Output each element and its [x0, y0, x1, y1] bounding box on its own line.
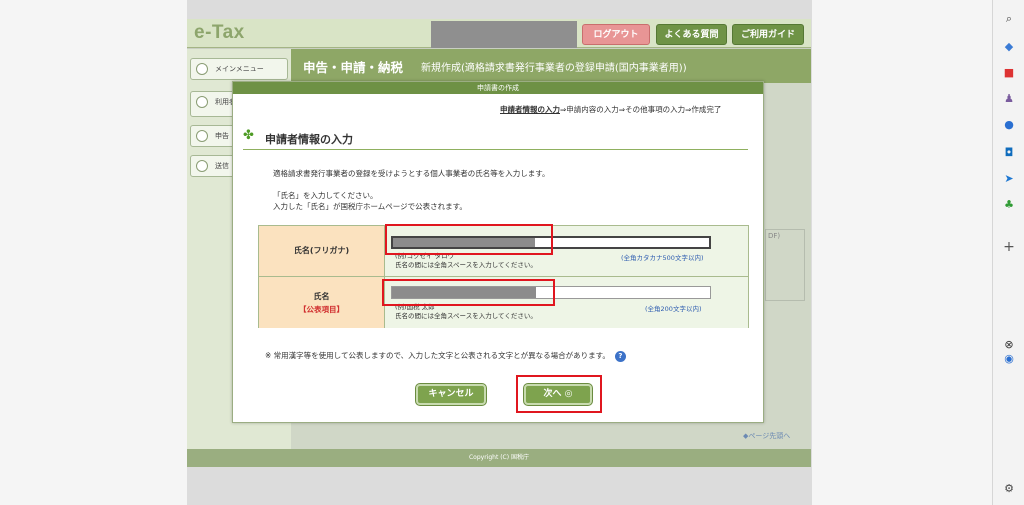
document-icon: [196, 130, 208, 142]
field-hint: 氏名の間には全角スペースを入力してください。: [395, 261, 537, 269]
background-pdf-box: DF): [765, 229, 805, 301]
logout-button[interactable]: ログアウト: [582, 24, 650, 45]
masked-user-info: [431, 21, 577, 48]
copyright: Copyright (C) 国税庁: [187, 449, 811, 467]
intro-text: 適格請求書発行事業者の登録を受けようとする個人事業者の氏名等を入力します。: [273, 169, 550, 178]
page-subtitle: 新規作成(適格請求書発行事業者の登録申請(国内事業者用)): [421, 63, 687, 74]
etax-logo: e-Tax: [194, 22, 245, 43]
home-icon: [196, 63, 208, 75]
field-label: 氏名(フリガナ): [259, 226, 385, 276]
close-icon[interactable]: ⊗: [1002, 338, 1016, 352]
gear-icon[interactable]: ⚙: [1002, 482, 1016, 496]
field-hint: 氏名の間には全角スペースを入力してください。: [395, 312, 537, 320]
section-title: 申請者情報の入力: [265, 133, 353, 146]
add-icon[interactable]: +: [1002, 240, 1016, 254]
tag-icon[interactable]: ◆: [1002, 40, 1016, 54]
search-icon[interactable]: ⌕: [1002, 12, 1016, 26]
page-left-margin: [0, 0, 187, 505]
field-label: 氏名 【公表項目】: [259, 277, 385, 328]
send-icon[interactable]: ➤: [1002, 172, 1016, 186]
send-icon: [196, 160, 208, 172]
highlight-name: [382, 279, 555, 306]
toolbox-icon[interactable]: ■: [1002, 66, 1016, 80]
extension-icon[interactable]: ◉: [1002, 352, 1016, 366]
cancel-button[interactable]: キャンセル: [416, 384, 486, 405]
page-title: 申告・申請・納税: [303, 60, 404, 75]
help-icon[interactable]: ?: [614, 350, 626, 362]
guide-button[interactable]: ご利用ガイド: [732, 24, 804, 45]
clover-icon: ✤: [243, 128, 254, 143]
char-limit: (全角200文字以内): [645, 305, 702, 313]
copilot-icon[interactable]: ●: [1002, 118, 1016, 132]
current-step: 申請者情報の入力: [500, 105, 560, 114]
app-header: e-Tax ログアウト よくある質問 ご利用ガイド: [187, 19, 811, 48]
kanji-note: ※ 常用漢字等を使用して公表しますので、入力した文字と公表される文字とが異なる場…: [265, 350, 626, 362]
nav-item-main-menu[interactable]: メインメニュー: [190, 58, 288, 80]
highlight-next: [516, 375, 602, 413]
user-icon: [196, 96, 208, 108]
highlight-furigana: [385, 224, 553, 255]
dialog-header: 申請書の作成: [233, 82, 763, 94]
public-item-tag: 【公表項目】: [299, 305, 344, 314]
page-right-margin: [812, 0, 992, 505]
pdf-label: DF): [768, 232, 781, 240]
remaining-steps: ⇒申請内容の入力⇒その他事項の入力⇒作成完了: [560, 105, 722, 114]
instructions: 「氏名」を入力してください。 入力した「氏名」が国税庁ホームページで公表されます…: [273, 191, 467, 211]
page-title-bar: 申告・申請・納税 新規作成(適格請求書発行事業者の登録申請(国内事業者用)): [291, 49, 811, 83]
people-icon[interactable]: ♟: [1002, 92, 1016, 106]
char-limit: (全角カタカナ500文字以内): [621, 254, 704, 262]
tree-icon[interactable]: ♣: [1002, 198, 1016, 212]
section-heading: ✤ 申請者情報の入力: [243, 126, 748, 150]
browser-sidebar: ⌕ ◆ ■ ♟ ● ◘ ➤ ♣ + ⊗ ◉ ⚙: [992, 0, 1024, 505]
outlook-icon[interactable]: ◘: [1002, 146, 1016, 160]
progress-steps: 申請者情報の入力⇒申請内容の入力⇒その他事項の入力⇒作成完了: [500, 104, 721, 115]
faq-button[interactable]: よくある質問: [656, 24, 727, 45]
page-top-link[interactable]: ◆ページ先頭へ: [743, 431, 790, 441]
